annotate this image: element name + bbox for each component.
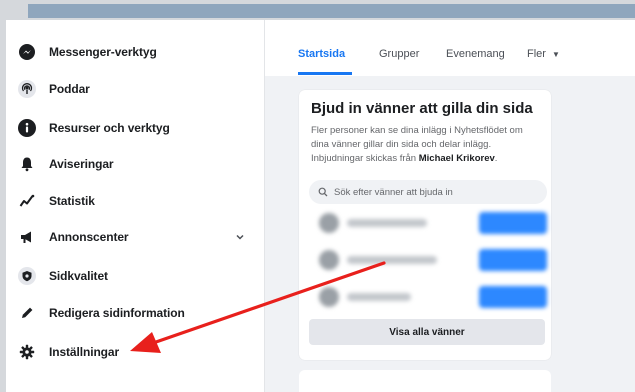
bell-icon: [18, 155, 36, 173]
gear-icon: [18, 343, 36, 361]
tab-more-label: Fler: [527, 48, 546, 60]
tab-more[interactable]: Fler ▼: [527, 48, 560, 60]
avatar: [319, 250, 339, 270]
sidebar-item-podcasts[interactable]: Poddar: [18, 76, 254, 102]
invite-friends-card: Bjud in vänner att gilla din sida Fler p…: [299, 90, 551, 360]
podcast-icon: [18, 80, 36, 98]
friend-row: [311, 282, 547, 312]
active-tab-indicator: [298, 72, 352, 75]
friend-search-input[interactable]: Sök efter vänner att bjuda in: [309, 180, 547, 204]
search-placeholder: Sök efter vänner att bjuda in: [334, 186, 453, 198]
sidebar-item-label: Resurser och verktyg: [49, 121, 170, 135]
friend-name-blurred: [347, 256, 437, 264]
sidebar-item-label: Redigera sidinformation: [49, 306, 185, 320]
sidebar-item-label: Inställningar: [49, 345, 120, 359]
page-sidebar: Messenger-verktyg Poddar Resurser och ve…: [6, 20, 264, 392]
caret-down-icon: ▼: [552, 50, 560, 59]
sidebar-item-label: Sidkvalitet: [49, 269, 108, 283]
stats-icon: [18, 192, 36, 210]
sidebar-item-messenger-tools[interactable]: Messenger-verktyg: [18, 39, 254, 65]
shield-icon: [18, 267, 36, 285]
friend-name-blurred: [347, 219, 427, 227]
invite-button[interactable]: [479, 286, 547, 308]
invite-button[interactable]: [479, 212, 547, 234]
show-all-friends-button[interactable]: Visa alla vänner: [309, 319, 545, 345]
tab-home[interactable]: Startsida: [298, 48, 345, 60]
megaphone-icon: [18, 228, 36, 246]
sidebar-item-page-quality[interactable]: Sidkvalitet: [18, 263, 254, 289]
messenger-icon: [18, 43, 36, 61]
sidebar-item-settings[interactable]: Inställningar: [18, 339, 254, 365]
avatar: [319, 213, 339, 233]
sidebar-item-edit-page-info[interactable]: Redigera sidinformation: [18, 300, 254, 326]
tab-groups[interactable]: Grupper: [379, 48, 419, 60]
pencil-icon: [18, 304, 36, 322]
search-icon: [318, 187, 328, 197]
invite-card-sender: Michael Krikorev: [418, 153, 495, 164]
page-tabs: Startsida Grupper Evenemang Fler ▼: [265, 20, 635, 76]
friend-row: [311, 245, 547, 275]
tab-events[interactable]: Evenemang: [446, 48, 505, 60]
friend-row: [311, 208, 547, 238]
invite-card-title: Bjud in vänner att gilla din sida: [311, 100, 533, 117]
chevron-down-icon[interactable]: [234, 230, 246, 248]
info-icon: [18, 119, 36, 137]
next-card: [299, 370, 551, 392]
main-content: Startsida Grupper Evenemang Fler ▼ Bjud …: [265, 20, 635, 392]
sidebar-item-label: Messenger-verktyg: [49, 45, 157, 59]
sidebar-item-resources-and-tools[interactable]: Resurser och verktyg: [18, 115, 254, 141]
sidebar-item-label: Annonscenter: [49, 230, 129, 244]
friend-name-blurred: [347, 293, 411, 301]
invite-card-description: Fler personer kan se dina inlägg i Nyhet…: [311, 125, 523, 164]
sidebar-item-notifications[interactable]: Aviseringar: [18, 151, 254, 177]
sidebar-item-label: Poddar: [49, 82, 90, 96]
sidebar-item-statistics[interactable]: Statistik: [18, 188, 254, 214]
sidebar-item-label: Statistik: [49, 194, 95, 208]
sidebar-item-label: Aviseringar: [49, 157, 114, 171]
browser-top-strip: [28, 4, 635, 18]
facebook-page-window: Messenger-verktyg Poddar Resurser och ve…: [6, 20, 635, 392]
avatar: [319, 287, 339, 307]
sidebar-item-ad-center[interactable]: Annonscenter: [18, 224, 254, 250]
invite-button[interactable]: [479, 249, 547, 271]
